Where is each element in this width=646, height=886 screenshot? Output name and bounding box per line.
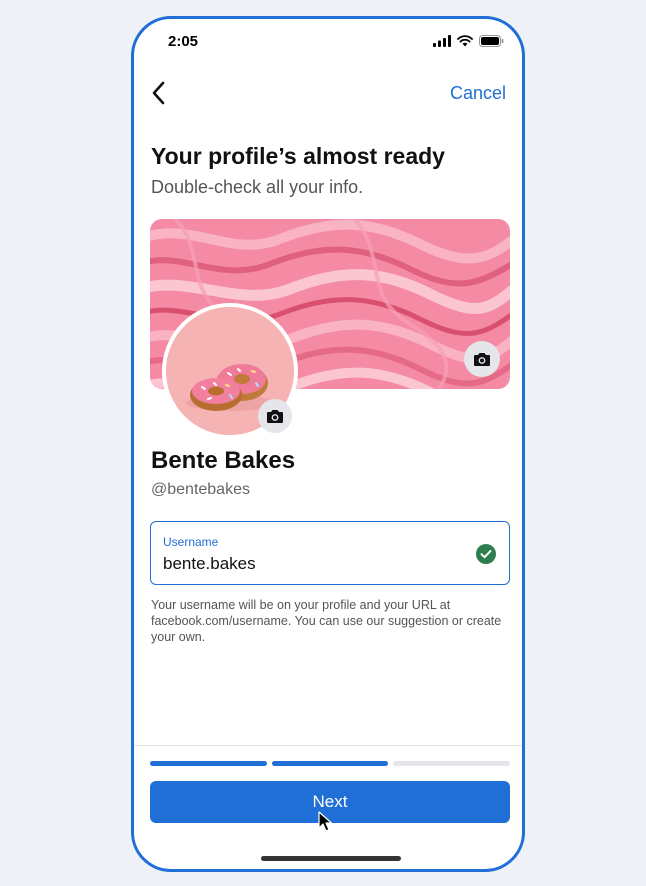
username-helper-text: Your username will be on your profile an… [151,598,502,644]
chevron-left-icon [152,81,165,105]
profile-name: Bente Bakes [151,447,296,474]
nav-bar: Cancel [134,75,522,111]
mouse-cursor-icon [318,811,333,832]
camera-icon [474,353,490,366]
check-circle-icon [476,544,496,564]
battery-icon [479,35,504,47]
phone-frame: 2:05 Cancel Your profile’s almost ready … [131,16,525,872]
back-button[interactable] [148,79,172,107]
page-subtitle: Double-check all your info. [151,177,364,197]
username-field-label: Username [163,535,219,549]
status-icons [433,35,504,47]
profile-handle: @bentebakes [151,481,250,498]
wifi-icon [457,35,473,47]
next-button-label: Next [312,792,348,811]
page-title: Your profile’s almost ready [151,143,445,169]
status-bar: 2:05 [134,19,522,67]
progress-bar [150,761,511,767]
cancel-button[interactable]: Cancel [450,83,506,104]
username-input[interactable]: bente.bakes [163,554,256,574]
progress-step-2 [271,761,389,766]
progress-step-3 [393,761,511,766]
cellular-signal-icon [433,35,451,47]
profile-picture-camera-button[interactable] [258,399,292,433]
camera-icon [267,410,283,423]
footer-divider [134,745,522,746]
status-time: 2:05 [168,33,199,50]
donut-front [190,378,242,411]
cover-photo-camera-button[interactable] [464,341,500,377]
home-indicator [261,856,401,861]
progress-step-1 [150,761,267,766]
username-field[interactable]: Username bente.bakes [150,521,510,585]
